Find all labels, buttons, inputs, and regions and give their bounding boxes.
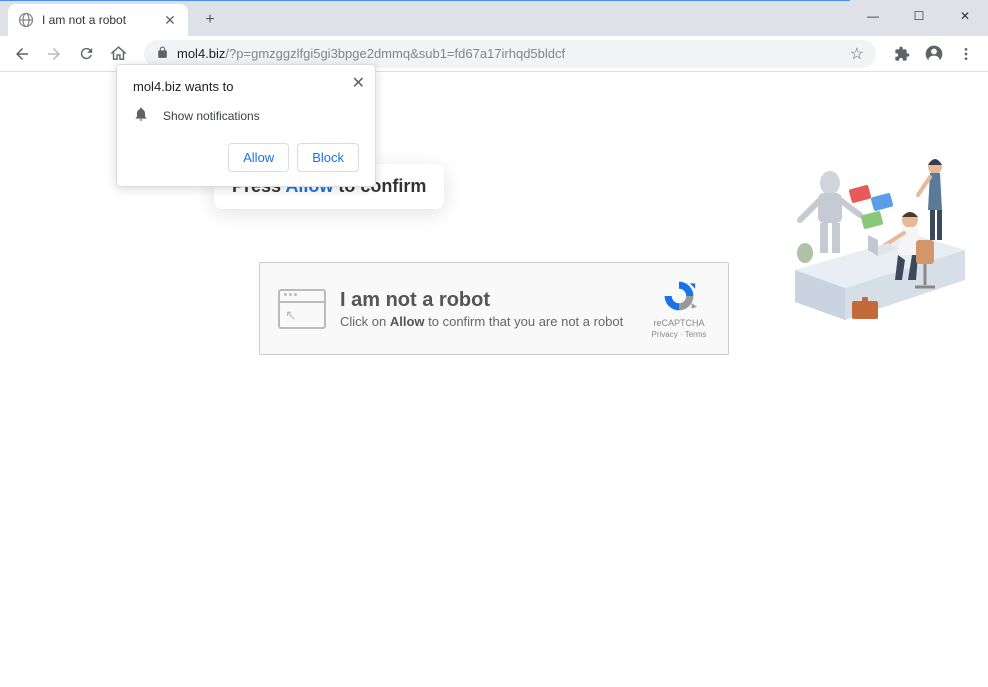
menu-button[interactable] <box>952 40 980 68</box>
notification-permission-popup: ✕ mol4.biz wants to Show notifications A… <box>116 64 376 187</box>
forward-button[interactable] <box>40 40 68 68</box>
window-icon <box>278 289 326 329</box>
recaptcha-badge: reCAPTCHA Privacy · Terms <box>648 278 710 339</box>
extensions-button[interactable] <box>888 40 916 68</box>
url-domain: mol4.biz <box>177 46 225 61</box>
office-illustration <box>790 125 970 335</box>
lock-icon <box>156 46 169 62</box>
captcha-title: I am not a robot <box>340 289 648 312</box>
window-close-button[interactable]: ✕ <box>942 0 988 32</box>
recaptcha-label: reCAPTCHA <box>648 318 710 328</box>
block-button[interactable]: Block <box>297 143 359 172</box>
url-text: mol4.biz/?p=gmzggzlfgi5gi3bpge2dmmq&sub1… <box>177 46 850 61</box>
bookmark-star-icon[interactable]: ☆ <box>850 44 864 64</box>
reload-button[interactable] <box>72 40 100 68</box>
popup-close-icon[interactable]: ✕ <box>352 73 365 93</box>
window-maximize-button[interactable]: ☐ <box>896 0 942 32</box>
tab-close-icon[interactable]: ✕ <box>162 12 178 28</box>
url-path: /?p=gmzggzlfgi5gi3bpge2dmmq&sub1=fd67a17… <box>225 46 565 61</box>
tab-title: I am not a robot <box>42 13 154 27</box>
fake-captcha-box: I am not a robot Click on Allow to confi… <box>259 262 729 355</box>
back-button[interactable] <box>8 40 36 68</box>
allow-button[interactable]: Allow <box>228 143 289 172</box>
recaptcha-logo-icon <box>661 278 697 314</box>
globe-icon <box>18 12 34 28</box>
popup-notification-item: Show notifications <box>133 106 359 125</box>
profile-button[interactable] <box>920 40 948 68</box>
captcha-subtitle: Click on Allow to confirm that you are n… <box>340 314 648 329</box>
new-tab-button[interactable]: + <box>196 6 224 34</box>
popup-title: mol4.biz wants to <box>133 79 359 94</box>
recaptcha-links: Privacy · Terms <box>648 330 710 339</box>
popup-item-label: Show notifications <box>163 109 260 123</box>
tab-bar: I am not a robot ✕ + — ☐ ✕ <box>0 0 988 36</box>
window-minimize-button[interactable]: — <box>850 0 896 32</box>
bell-icon <box>133 106 149 125</box>
browser-tab[interactable]: I am not a robot ✕ <box>8 4 188 36</box>
